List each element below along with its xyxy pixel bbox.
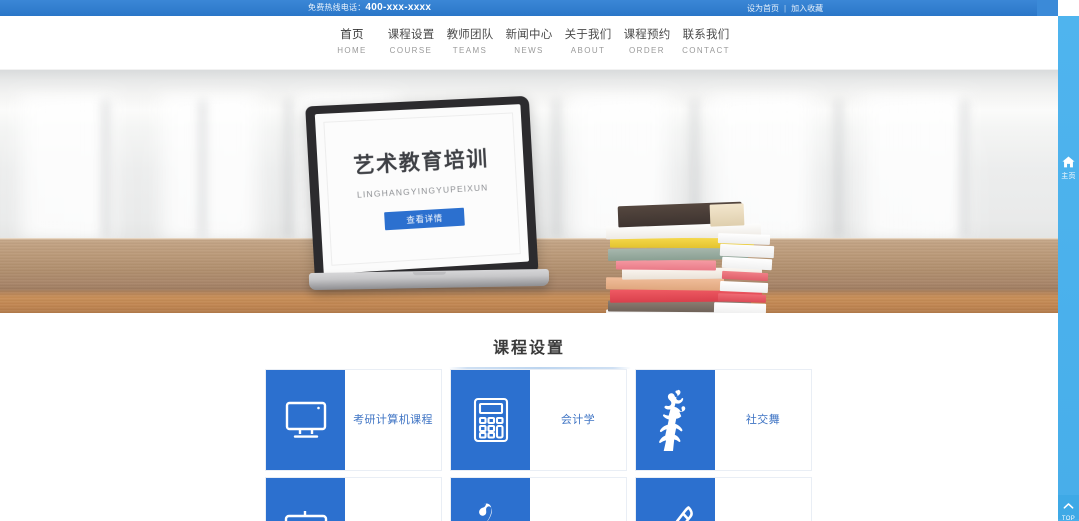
nav-item-about[interactable]: 关于我们 ABOUT [559,28,618,58]
course-card[interactable]: 成人书法初级班 [635,477,812,521]
add-favorite-link[interactable]: 加入收藏 [791,4,823,13]
hero-bg-divider [960,100,969,238]
section-title: 课程设置 [492,340,565,357]
hotline-label: 免费热线电话： [308,3,366,12]
hero-title: 艺术教育培训 [352,147,490,178]
nav-label-en: TEAMS [452,46,488,55]
course-card-label: 考研计算机课程 [353,414,433,426]
right-side-rail: 主页 TOP [1058,16,1079,521]
set-homepage-link[interactable]: 设为首页 [747,4,779,13]
course-card[interactable]: 社交舞 [635,369,812,471]
hero-bg-divider [284,100,293,238]
courses-section: 课程设置 考研计算机课程 会计学 社交舞 [0,313,1058,521]
back-to-top-button[interactable]: TOP [1058,495,1079,521]
course-card-label: 专业平面广告设计 [345,478,444,521]
rail-home-button[interactable]: 主页 [1058,156,1079,182]
rail-top-label: TOP [1061,516,1076,521]
dancer-icon [636,370,715,470]
laptop-base-notch [412,271,446,276]
nav-label-cn: 课程预约 [623,29,671,41]
top-bar-links: 设为首页 | 加入收藏 [747,3,823,14]
book [721,270,769,282]
top-bar: 免费热线电话：400-xxx-xxxx 设为首页 | 加入收藏 [0,0,1058,16]
hero-detail-button[interactable]: 查看详情 [383,207,466,231]
course-card-grid: 考研计算机课程 会计学 社交舞 [265,369,818,521]
nav-label-cn: 教师团队 [446,29,494,41]
hero-bg-divider [101,100,110,238]
book-stack-graphic [592,198,780,313]
nav-label-cn: 联系我们 [682,29,730,41]
nav-label-cn: 新闻中心 [505,29,553,41]
nav-label-en: HOME [337,46,367,55]
nav-item-home[interactable]: 首页 HOME [323,28,382,58]
nav-item-news[interactable]: 新闻中心 NEWS [500,28,559,58]
course-card[interactable]: 时尚拉丁舞初级班 [450,477,627,521]
laptop-graphic: 艺术教育培训 LINGHANGYINGYUPEIXUN 查看详情 [305,95,550,313]
nav-label-en: NEWS [514,46,544,55]
course-card[interactable]: 会计学 [450,369,627,471]
laptop-screen: 艺术教育培训 LINGHANGYINGYUPEIXUN 查看详情 [314,104,530,275]
book [713,302,767,313]
nav-item-order[interactable]: 课程预约 ORDER [618,28,677,58]
course-card[interactable]: 专业平面广告设计 [265,477,442,521]
nav-label-en: COURSE [389,46,433,55]
hero-banner: 艺术教育培训 LINGHANGYINGYUPEIXUN 查看详情 [0,70,1058,313]
laptop-lid: 艺术教育培训 LINGHANGYINGYUPEIXUN 查看详情 [305,95,539,287]
course-card[interactable]: 考研计算机课程 [265,369,442,471]
book [709,203,745,227]
course-card-label: 社交舞 [745,414,781,426]
nav-label-en: CONTACT [682,46,730,55]
nav-label-cn: 关于我们 [564,29,612,41]
main-navigation: 首页 HOME 课程设置 COURSE 教师团队 TEAMS 新闻中心 NEWS… [0,16,1058,70]
nav-item-teams[interactable]: 教师团队 TEAMS [441,28,500,58]
hero-content: 艺术教育培训 LINGHANGYINGYUPEIXUN 查看详情 [323,112,521,266]
hero-bg-divider [198,100,207,238]
home-icon [1058,156,1079,171]
hero-bg-divider [834,100,843,238]
link-separator: | [784,4,787,13]
course-card-label: 成人书法初级班 [715,478,811,521]
hero-subtitle: LINGHANGYINGYUPEIXUN [356,182,489,200]
nav-item-contact[interactable]: 联系我们 CONTACT [677,28,736,58]
pen-icon [636,478,715,521]
hero-bg-divider [552,100,561,238]
monitor-icon [266,370,345,470]
nav-label-cn: 课程设置 [387,29,435,41]
laptop-base [308,268,550,291]
calculator-icon [451,370,530,470]
gymnast-icon [451,478,530,521]
page-root: 免费热线电话：400-xxx-xxxx 设为首页 | 加入收藏 首页 HOME 课程… [0,0,1079,521]
rail-top-filler [1037,0,1058,16]
book [717,293,767,303]
book [719,280,769,294]
arrow-up-icon [1058,499,1079,513]
top-bar-inner: 免费热线电话：400-xxx-xxxx 设为首页 | 加入收藏 [29,0,1029,16]
rail-home-label: 主页 [1061,173,1076,180]
course-card-label: 会计学 [560,414,596,426]
hero-bg-panel [150,94,270,240]
design-tablet-icon [266,478,345,521]
nav-label-cn: 首页 [340,29,364,41]
nav-item-course[interactable]: 课程设置 COURSE [382,28,441,58]
nav-list: 首页 HOME 课程设置 COURSE 教师团队 TEAMS 新闻中心 NEWS… [0,16,1058,70]
hotline-number: 400-xxx-xxxx [365,2,432,13]
book [615,259,717,271]
course-card-label: 时尚拉丁舞初级班 [530,478,629,521]
hotline-text: 免费热线电话：400-xxx-xxxx [308,2,431,14]
nav-label-en: ABOUT [570,46,606,55]
nav-label-en: ORDER [629,46,665,55]
